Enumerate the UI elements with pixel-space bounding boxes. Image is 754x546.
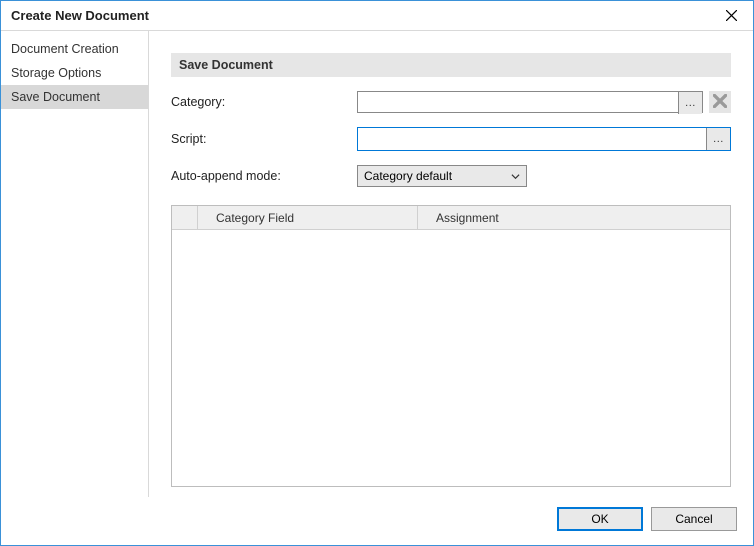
autoappend-select[interactable]: Category default bbox=[357, 165, 527, 187]
category-row: Category: ... bbox=[171, 91, 731, 113]
sidebar-item-document-creation[interactable]: Document Creation bbox=[1, 37, 148, 61]
close-button[interactable] bbox=[709, 1, 753, 30]
script-input-wrap: ... bbox=[357, 127, 731, 151]
script-row: Script: ... bbox=[171, 127, 731, 151]
sidebar-item-label: Storage Options bbox=[11, 66, 101, 80]
script-label: Script: bbox=[171, 132, 351, 146]
table-header-assignment[interactable]: Assignment bbox=[418, 206, 730, 229]
category-clear-button[interactable] bbox=[709, 91, 731, 113]
script-input[interactable] bbox=[358, 128, 706, 150]
sidebar-item-label: Document Creation bbox=[11, 42, 119, 56]
category-input[interactable] bbox=[358, 92, 678, 112]
close-icon bbox=[726, 8, 737, 24]
window-title: Create New Document bbox=[11, 8, 149, 23]
chevron-down-icon bbox=[511, 172, 520, 181]
sidebar-item-storage-options[interactable]: Storage Options bbox=[1, 61, 148, 85]
autoappend-row: Auto-append mode: Category default bbox=[171, 165, 731, 187]
titlebar: Create New Document bbox=[1, 1, 753, 31]
table-header-indicator[interactable] bbox=[172, 206, 198, 229]
table-body[interactable] bbox=[172, 230, 730, 486]
dialog-window: Create New Document Document Creation St… bbox=[0, 0, 754, 546]
category-browse-button[interactable]: ... bbox=[678, 92, 702, 114]
table-header: Category Field Assignment bbox=[172, 206, 730, 230]
dialog-footer: OK Cancel bbox=[1, 497, 753, 545]
category-input-wrap: ... bbox=[357, 91, 703, 113]
close-icon bbox=[713, 94, 727, 111]
table-header-category-field[interactable]: Category Field bbox=[198, 206, 418, 229]
script-browse-button[interactable]: ... bbox=[706, 128, 730, 150]
panel-header: Save Document bbox=[171, 53, 731, 77]
autoappend-label: Auto-append mode: bbox=[171, 169, 351, 183]
dialog-body: Document Creation Storage Options Save D… bbox=[1, 31, 753, 497]
sidebar-item-label: Save Document bbox=[11, 90, 100, 104]
assignment-table: Category Field Assignment bbox=[171, 205, 731, 487]
content-panel: Save Document Category: ... Scr bbox=[149, 31, 753, 497]
cancel-button[interactable]: Cancel bbox=[651, 507, 737, 531]
ellipsis-icon: ... bbox=[713, 133, 724, 145]
autoappend-value: Category default bbox=[364, 169, 452, 183]
sidebar: Document Creation Storage Options Save D… bbox=[1, 31, 149, 497]
ellipsis-icon: ... bbox=[685, 97, 696, 109]
ok-button[interactable]: OK bbox=[557, 507, 643, 531]
category-label: Category: bbox=[171, 95, 351, 109]
sidebar-item-save-document[interactable]: Save Document bbox=[1, 85, 148, 109]
